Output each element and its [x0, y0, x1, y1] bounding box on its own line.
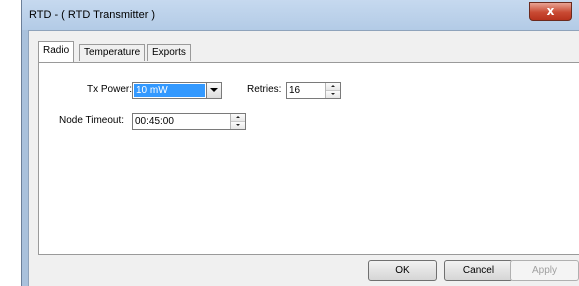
node-timeout-stepper[interactable]: [132, 113, 246, 130]
apply-button[interactable]: Apply: [510, 260, 579, 281]
window-title: RTD - ( RTD Transmitter ): [29, 9, 156, 21]
close-button[interactable]: x: [529, 2, 572, 21]
tx-power-select[interactable]: 10 mW: [132, 82, 222, 99]
title-bar[interactable]: RTD - ( RTD Transmitter ) x: [22, 0, 579, 30]
retries-spin-buttons[interactable]: [325, 83, 340, 98]
node-timeout-input[interactable]: [133, 114, 233, 129]
tx-power-label: Tx Power:: [87, 84, 133, 95]
close-icon: x: [546, 4, 555, 18]
dialog-body: Radio Temperature Exports Tx Power: 10 m…: [28, 30, 579, 286]
tab-temperature-label: Temperature: [84, 47, 141, 58]
spin-up-icon[interactable]: [231, 114, 245, 122]
tab-radio-label: Radio: [43, 45, 70, 56]
tab-temperature[interactable]: Temperature: [79, 44, 146, 61]
retries-input[interactable]: [287, 83, 328, 98]
retries-stepper[interactable]: [286, 82, 341, 99]
spin-down-icon[interactable]: [231, 122, 245, 129]
node-timeout-spin-buttons[interactable]: [230, 114, 245, 129]
retries-label: Retries:: [247, 84, 282, 95]
chevron-down-icon[interactable]: [206, 83, 221, 98]
cancel-button[interactable]: Cancel: [444, 260, 513, 281]
tab-radio[interactable]: Radio: [38, 41, 75, 62]
tab-exports-label: Exports: [152, 47, 186, 58]
dialog-window: RTD - ( RTD Transmitter ) x Radio Temper…: [21, 0, 579, 286]
spin-down-icon[interactable]: [326, 91, 340, 98]
spin-up-icon[interactable]: [326, 83, 340, 91]
ok-button[interactable]: OK: [368, 260, 437, 281]
tx-power-value: 10 mW: [134, 84, 205, 97]
radio-tab-panel: Tx Power: 10 mW Retries: Node Timeout:: [38, 62, 579, 255]
node-timeout-label: Node Timeout:: [59, 115, 125, 126]
tab-exports[interactable]: Exports: [147, 44, 191, 61]
